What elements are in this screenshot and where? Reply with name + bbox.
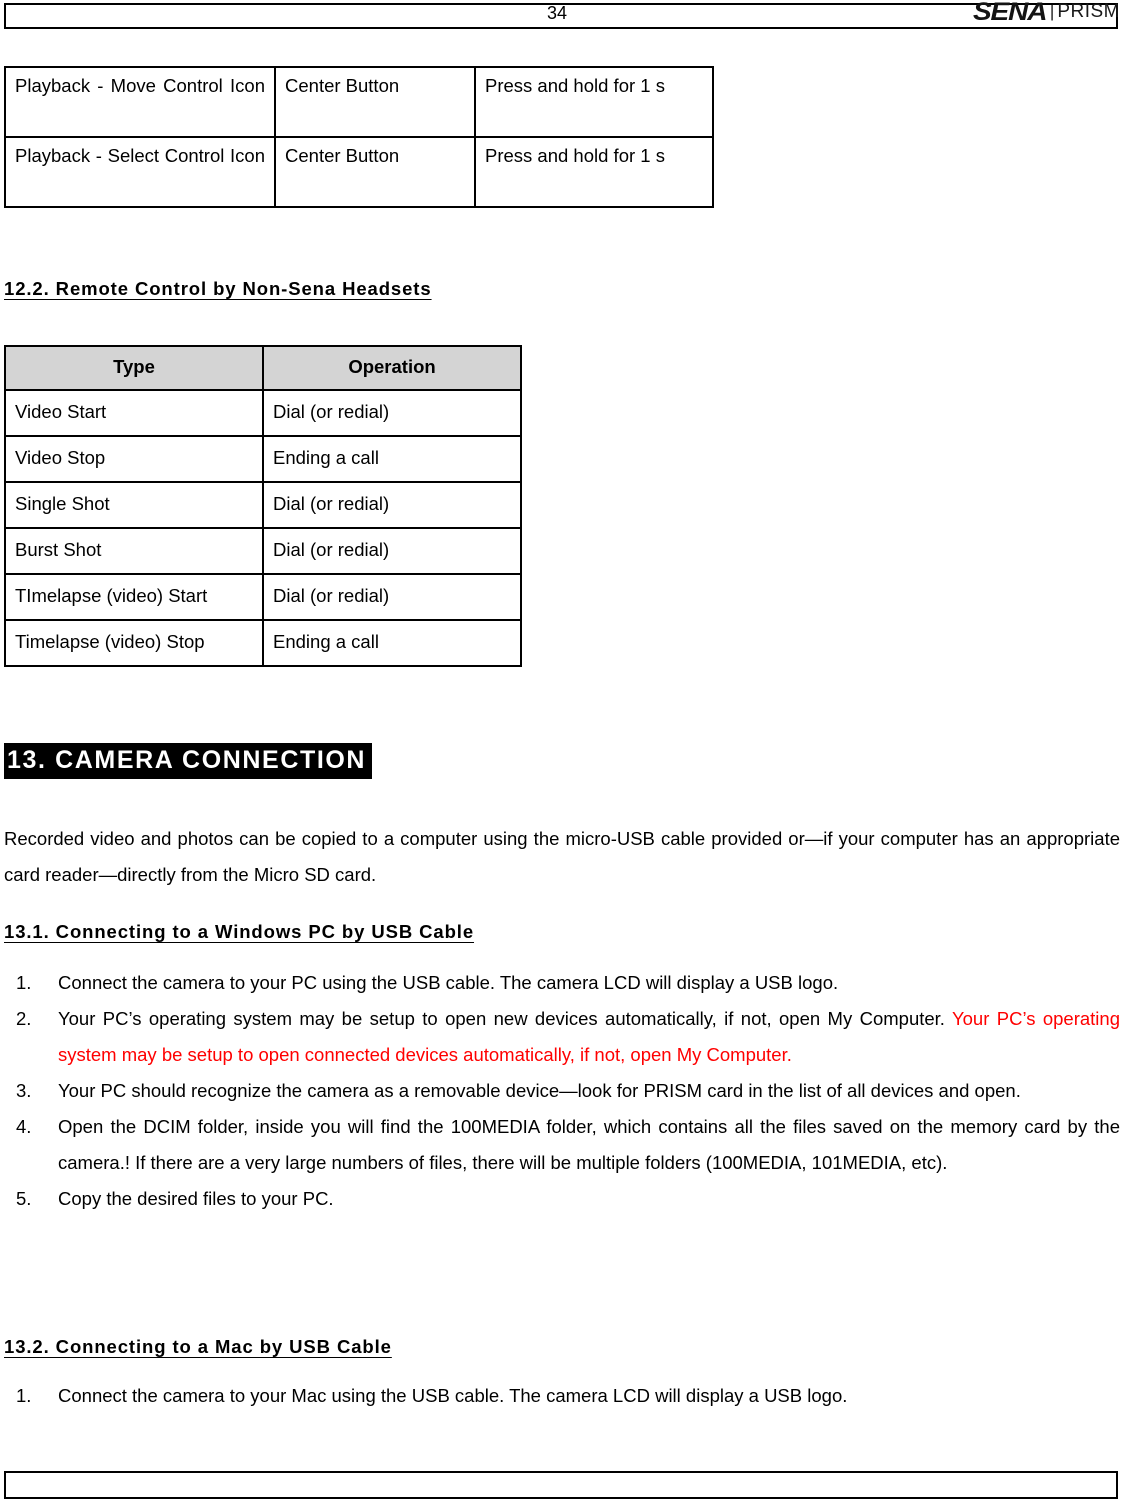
list-item-number: 5. (16, 1188, 32, 1209)
table-row: Video Start Dial (or redial) (4, 389, 522, 437)
list-item: 1. Connect the camera to your PC using t… (4, 965, 1120, 1001)
remote-control-table: Type Operation Video Start Dial (or redi… (4, 345, 522, 667)
control-type-cell: Playback - Move Control Icon (4, 66, 276, 138)
table-row: Playback - Move Control Icon Center Butt… (4, 66, 714, 138)
remote-type-cell: Video Start (4, 389, 264, 437)
list-item-number: 4. (16, 1116, 32, 1137)
column-header-operation: Operation (262, 345, 522, 391)
control-button-cell: Center Button (274, 136, 476, 208)
list-item: 5. Copy the desired files to your PC. (4, 1181, 1120, 1217)
playback-controls-table: Playback - Move Control Icon Center Butt… (4, 66, 714, 208)
list-item: 1. Connect the camera to your Mac using … (4, 1378, 1120, 1414)
list-item-text: Open the DCIM folder, inside you will fi… (58, 1116, 1120, 1173)
table-row: Timelapse (video) Stop Ending a call (4, 619, 522, 667)
list-item: 2. Your PC’s operating system may be set… (4, 1001, 1120, 1073)
remote-operation-cell: Dial (or redial) (262, 527, 522, 575)
list-item-text: Connect the camera to your Mac using the… (58, 1385, 848, 1406)
control-button-cell: Center Button (274, 66, 476, 138)
page-number: 34 (546, 3, 568, 23)
list-item-number: 3. (16, 1080, 32, 1101)
section-heading-12-2: 12.2. Remote Control by Non-Sena Headset… (4, 278, 432, 299)
list-item-text: Your PC’s operating system may be setup … (58, 1008, 952, 1029)
remote-operation-cell: Ending a call (262, 435, 522, 483)
remote-type-cell: Video Stop (4, 435, 264, 483)
section-heading-13-banner: 13. CAMERA CONNECTION (4, 743, 373, 779)
remote-operation-cell: Ending a call (262, 619, 522, 667)
remote-operation-cell: Dial (or redial) (262, 389, 522, 437)
list-item: 4. Open the DCIM folder, inside you will… (4, 1109, 1120, 1181)
control-operation-cell: Press and hold for 1 s (474, 66, 714, 138)
column-header-type: Type (4, 345, 264, 391)
list-item-text: Copy the desired files to your PC. (58, 1188, 334, 1209)
page-footer-box (4, 1471, 1118, 1499)
control-type-cell: Playback - Select Control Icon (4, 136, 276, 208)
camera-connection-intro-paragraph: Recorded video and photos can be copied … (4, 828, 1120, 885)
table-row: TImelapse (video) Start Dial (or redial) (4, 573, 522, 621)
table-row: Single Shot Dial (or redial) (4, 481, 522, 529)
list-item: 3. Your PC should recognize the camera a… (4, 1073, 1120, 1109)
remote-type-cell: Burst Shot (4, 527, 264, 575)
list-item-text: Your PC should recognize the camera as a… (58, 1080, 1021, 1101)
table-header-row: Type Operation (4, 345, 522, 391)
remote-operation-cell: Dial (or redial) (262, 481, 522, 529)
windows-usb-steps-list: 1. Connect the camera to your PC using t… (4, 965, 1120, 1217)
document-page: SENA | PRISM Playback - Move Control Ico… (0, 0, 1124, 1501)
section-heading-13-2: 13.2. Connecting to a Mac by USB Cable (4, 1336, 392, 1357)
section-heading-13-1: 13.1. Connecting to a Windows PC by USB … (4, 921, 475, 942)
table-row: Playback - Select Control Icon Center Bu… (4, 136, 714, 208)
remote-type-cell: Timelapse (video) Stop (4, 619, 264, 667)
list-item-text: Connect the camera to your PC using the … (58, 972, 839, 993)
list-item-number: 1. (16, 972, 32, 993)
remote-operation-cell: Dial (or redial) (262, 573, 522, 621)
control-operation-cell: Press and hold for 1 s (474, 136, 714, 208)
table-row: Video Stop Ending a call (4, 435, 522, 483)
remote-type-cell: TImelapse (video) Start (4, 573, 264, 621)
table-row: Burst Shot Dial (or redial) (4, 527, 522, 575)
list-item-number: 2. (16, 1008, 32, 1029)
mac-usb-steps-list: 1. Connect the camera to your Mac using … (4, 1378, 1120, 1414)
list-item-number: 1. (16, 1385, 32, 1406)
remote-type-cell: Single Shot (4, 481, 264, 529)
